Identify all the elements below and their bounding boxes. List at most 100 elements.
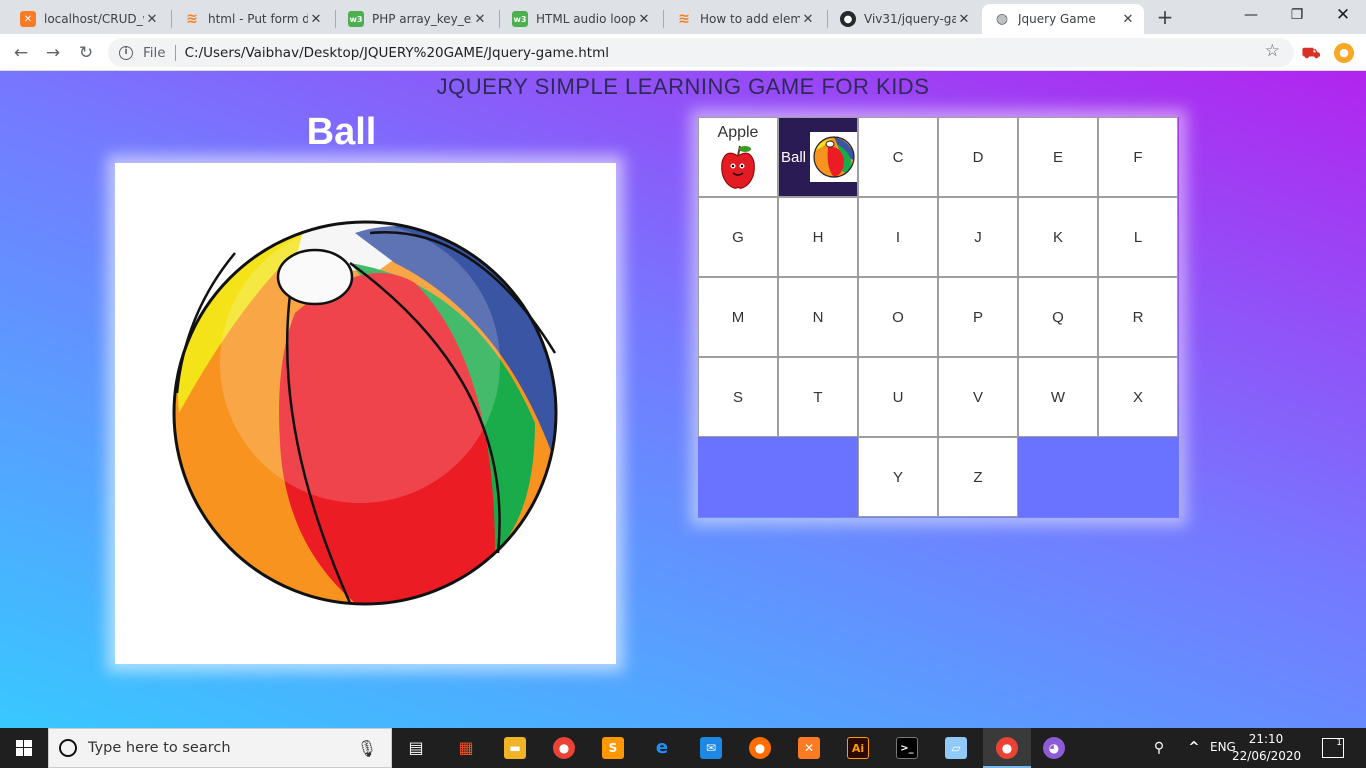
grid-cell-u[interactable]: U	[858, 357, 938, 437]
close-tab-icon[interactable]: ✕	[144, 12, 160, 27]
restore-button[interactable]: ❐	[1274, 0, 1320, 30]
grid-cell-t[interactable]: T	[778, 357, 858, 437]
grid-cell-x[interactable]: X	[1098, 357, 1178, 437]
microphone-icon[interactable]: 🎙	[357, 739, 377, 758]
address-bar[interactable]: i File C:/Users/Vaibhav/Desktop/JQUERY%2…	[108, 38, 1294, 67]
terminal-icon[interactable]: >_	[896, 737, 918, 759]
profile-avatar[interactable]: ●	[1334, 43, 1354, 63]
grid-cell-z[interactable]: Z	[938, 437, 1018, 517]
active-taskbar-slot[interactable]: ●	[983, 728, 1031, 768]
grid-cell-e[interactable]: E	[1018, 117, 1098, 197]
windows-logo-icon	[16, 740, 32, 756]
close-tab-icon[interactable]: ✕	[308, 12, 324, 27]
cell-label: V	[972, 388, 983, 406]
beach-ball-icon	[812, 136, 855, 178]
cell-label: Ball	[781, 148, 807, 166]
alphabet-grid: Apple Ball C D E F G H I J K L M N O P Q…	[698, 117, 1179, 518]
grid-cell-r[interactable]: R	[1098, 277, 1178, 357]
cell-label: D	[972, 148, 984, 166]
grid-cell-s[interactable]: S	[698, 357, 778, 437]
firefox-icon[interactable]: ●	[749, 737, 771, 759]
edge-icon[interactable]: e	[651, 737, 673, 759]
close-tab-icon[interactable]: ✕	[1120, 12, 1136, 27]
xampp-icon[interactable]: ✕	[798, 737, 820, 759]
tab-strip: ✕ localhost/CRUD_w ✕ ≋ html - Put form d…	[0, 0, 1366, 34]
close-tab-icon[interactable]: ✕	[636, 12, 652, 27]
tab-4[interactable]: ≋ How to add eleme ✕	[664, 4, 824, 34]
cat-app-icon[interactable]: ◕	[1043, 737, 1065, 759]
microsoft-store-icon[interactable]: ▦	[455, 737, 477, 759]
grid-cell-n[interactable]: N	[778, 277, 858, 357]
forward-button[interactable]: →	[41, 41, 65, 65]
file-explorer-icon[interactable]: ▬	[504, 737, 526, 759]
sublime-text-icon[interactable]: S	[602, 737, 624, 759]
close-window-button[interactable]: ✕	[1320, 0, 1366, 30]
close-tab-icon[interactable]: ✕	[472, 12, 488, 27]
tab-0[interactable]: ✕ localhost/CRUD_w ✕	[8, 4, 168, 34]
w3schools-icon: w3	[512, 11, 528, 27]
tab-title: How to add eleme	[700, 12, 800, 26]
grid-cell-p[interactable]: P	[938, 277, 1018, 357]
grid-cell-k[interactable]: K	[1018, 197, 1098, 277]
grid-cell-w[interactable]: W	[1018, 357, 1098, 437]
cell-label: S	[732, 388, 743, 406]
tab-title: HTML audio loop	[536, 12, 636, 26]
back-button[interactable]: ←	[9, 41, 33, 65]
tab-title: Viv31/jquery-gam	[864, 12, 956, 26]
illustrator-icon[interactable]: Ai	[847, 737, 869, 759]
notification-center-icon[interactable]: 1	[1322, 738, 1344, 758]
grid-cell-j[interactable]: J	[938, 197, 1018, 277]
grid-cell-g[interactable]: G	[698, 197, 778, 277]
grid-cell-v[interactable]: V	[938, 357, 1018, 437]
tab-5[interactable]: ● Viv31/jquery-gam ✕	[828, 4, 980, 34]
mail-icon[interactable]: ✉	[700, 737, 722, 759]
reload-button[interactable]: ↻	[74, 41, 98, 65]
notepad-icon[interactable]: ▱	[945, 737, 967, 759]
cell-label: R	[1132, 308, 1144, 326]
chevron-up-icon[interactable]: ^	[1183, 737, 1205, 759]
cell-label: H	[812, 228, 824, 246]
beach-ball-icon	[172, 220, 558, 606]
tab-title: html - Put form da	[208, 12, 308, 26]
close-tab-icon[interactable]: ✕	[956, 12, 972, 27]
tab-title: Jquery Game	[1018, 12, 1096, 26]
minimize-button[interactable]: —	[1228, 0, 1274, 30]
tab-6-active[interactable]: ◍ Jquery Game ✕	[982, 4, 1144, 34]
grid-cell-l[interactable]: L	[1098, 197, 1178, 277]
grid-cell-f[interactable]: F	[1098, 117, 1178, 197]
bookmark-star-icon[interactable]: ☆	[1265, 41, 1280, 61]
tab-1[interactable]: ≋ html - Put form da ✕	[172, 4, 332, 34]
info-icon[interactable]: i	[119, 45, 133, 60]
xampp-icon: ✕	[20, 11, 36, 27]
url-text: C:/Users/Vaibhav/Desktop/JQUERY%20GAME/J…	[184, 44, 609, 61]
cell-label: U	[892, 388, 904, 406]
task-view-icon[interactable]: ▤	[405, 737, 427, 759]
grid-cell-m[interactable]: M	[698, 277, 778, 357]
grid-cell-c[interactable]: C	[858, 117, 938, 197]
start-button[interactable]	[0, 728, 48, 768]
grid-cell-o[interactable]: O	[858, 277, 938, 357]
grid-cell-h[interactable]: H	[778, 197, 858, 277]
grid-cell-i[interactable]: I	[858, 197, 938, 277]
tab-title: PHP array_key_exis	[372, 12, 472, 26]
github-icon: ●	[840, 11, 856, 27]
taskbar-search-box[interactable]: Type here to search 🎙	[48, 728, 392, 768]
tab-2[interactable]: w3 PHP array_key_exis ✕	[336, 4, 496, 34]
ball-thumbnail	[810, 132, 857, 182]
tab-3[interactable]: w3 HTML audio loop ✕	[500, 4, 660, 34]
grid-cell-y[interactable]: Y	[858, 437, 938, 517]
extension-icon[interactable]: ⛟	[1301, 43, 1321, 63]
close-tab-icon[interactable]: ✕	[800, 12, 816, 27]
grid-cell-q[interactable]: Q	[1018, 277, 1098, 357]
w3schools-icon: w3	[348, 11, 364, 27]
grid-cell-ball[interactable]: Ball	[778, 117, 858, 197]
grid-cell-apple[interactable]: Apple	[698, 117, 778, 197]
cell-label: C	[892, 148, 904, 166]
grid-cell-d[interactable]: D	[938, 117, 1018, 197]
cell-label: I	[895, 228, 901, 246]
cell-label: K	[1052, 228, 1063, 246]
clock[interactable]: 21:10 22/06/2020	[1232, 731, 1301, 765]
chrome-icon[interactable]: ●	[553, 737, 575, 759]
new-tab-button[interactable]: +	[1154, 6, 1176, 28]
people-icon[interactable]: ⚲	[1148, 737, 1170, 759]
